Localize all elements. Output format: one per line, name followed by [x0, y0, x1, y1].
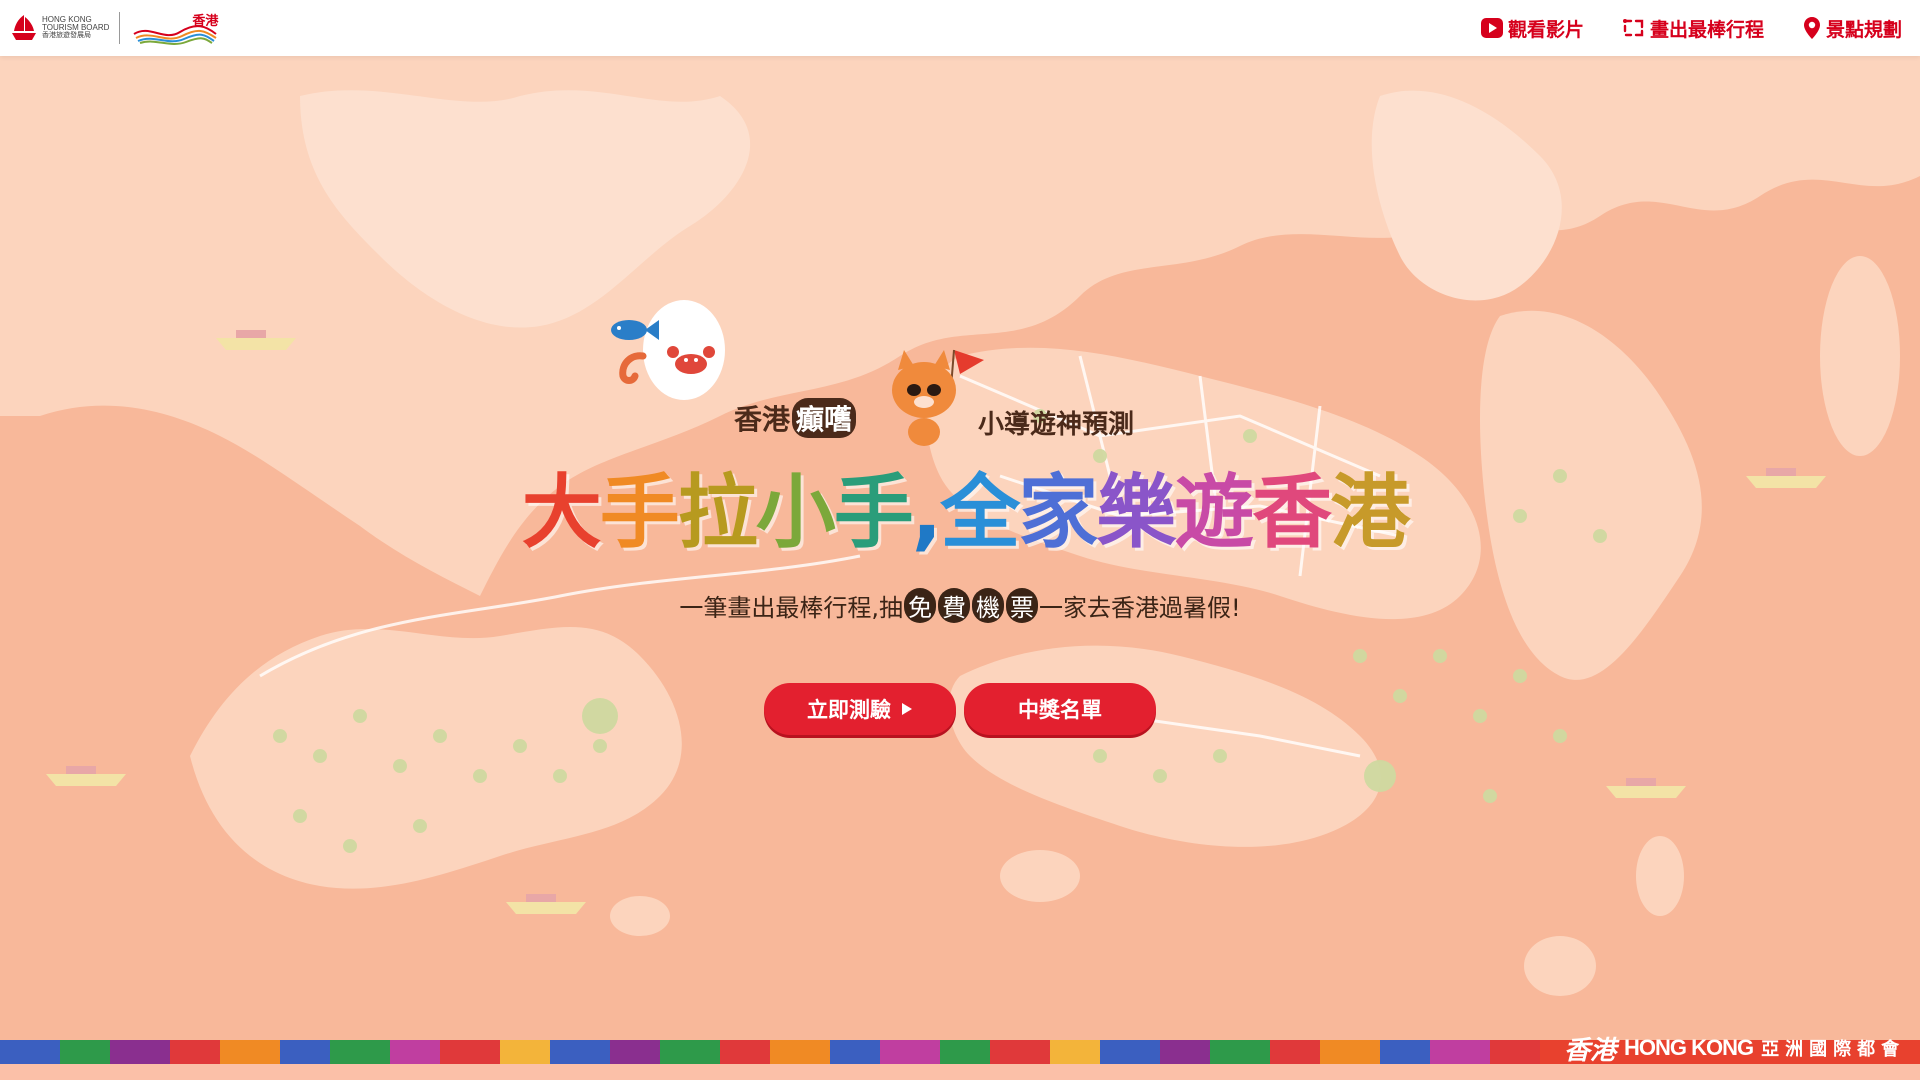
title-char: 家: [1018, 466, 1098, 559]
winners-list-button[interactable]: 中獎名單: [964, 683, 1156, 735]
play-icon: [1480, 18, 1503, 38]
play-triangle-icon: [902, 703, 912, 715]
map-island-2: [1000, 850, 1080, 902]
nav-watch-video-label: 觀看影片: [1507, 18, 1584, 41]
shrimp-icon: [619, 352, 647, 384]
seafood-illustration: [611, 300, 725, 400]
top-nav: 觀看影片 畫出最棒行程 景點規劃: [1480, 0, 1902, 56]
map-island-1: [610, 896, 670, 936]
title-char: 手: [599, 466, 680, 559]
nav-attraction-planning[interactable]: 景點規劃: [1802, 15, 1902, 42]
map-pin-icon: [1803, 17, 1820, 39]
crab-icon: [667, 346, 715, 374]
nav-draw-route-label: 畫出最棒行程: [1649, 18, 1764, 41]
tagline: 一筆畫出最棒行程,抽免費機票一家去香港過暑假!: [600, 588, 1320, 623]
start-quiz-label: 立即測驗: [807, 698, 891, 722]
title-char: 大: [521, 466, 602, 559]
tagline-highlight-2: 費: [938, 588, 970, 623]
logo-divider: [119, 12, 121, 44]
top-header: HONG KONG TOURISM BOARD 香港旅遊發展局 香港 觀看影片: [0, 0, 1920, 56]
title-char: 全: [940, 466, 1020, 559]
nav-draw-route[interactable]: 畫出最棒行程: [1622, 15, 1764, 42]
title-char: 手: [833, 466, 914, 559]
nav-watch-video[interactable]: 觀看影片: [1480, 15, 1584, 42]
start-quiz-button[interactable]: 立即測驗: [764, 683, 956, 735]
winners-list-label: 中獎名單: [1018, 698, 1102, 722]
logo-en-line2: TOURISM BOARD: [42, 23, 110, 32]
map-island-4: [1636, 836, 1684, 916]
subtitle-left: 香港 癲嚿: [734, 398, 857, 438]
title-char: ,: [911, 466, 942, 559]
map-island-5: [1820, 256, 1900, 456]
brand-script: 香港: [1564, 1035, 1617, 1066]
brand-tagline-zh: 亞洲國際都會: [1761, 1039, 1906, 1060]
main-title: 大手拉小手,全家樂遊香港: [495, 448, 1435, 559]
route-icon: [1622, 19, 1644, 37]
title-char: 小: [755, 466, 836, 559]
title-char: 樂: [1096, 466, 1176, 559]
hktb-logo[interactable]: HONG KONG TOURISM BOARD 香港旅遊發展局 香港: [10, 10, 220, 46]
subtitle-left-highlight: 癲嚿: [792, 398, 857, 438]
title-char: 香: [1252, 466, 1332, 559]
tagline-highlight-3: 機: [972, 588, 1004, 623]
junk-boat-logo-icon: [12, 15, 36, 40]
subtitle-right: 小導遊神預測: [978, 410, 1135, 440]
map-island-3: [1524, 936, 1596, 996]
title-char: 拉: [677, 466, 758, 559]
bottom-pad: [0, 1064, 1920, 1080]
tagline-highlight-4: 票: [1006, 588, 1038, 623]
tagline-before: 一筆畫出最棒行程,抽: [679, 594, 903, 622]
subtitle-left-prefix: 香港: [734, 403, 791, 436]
brand-hong-kong-logo: 香港: [130, 10, 220, 46]
fish-icon: [611, 320, 659, 340]
campaign-subtitle: 香港 癲嚿 小導遊神預測: [734, 398, 1194, 444]
logo-text: HONG KONG TOURISM BOARD 香港旅遊發展局: [42, 16, 109, 40]
brand-en: HONG KONG: [1624, 1035, 1754, 1060]
title-char: 遊: [1174, 466, 1254, 559]
hong-kong-map-illustration: [0, 56, 1920, 1080]
tagline-highlight-1: 免: [904, 588, 936, 623]
title-char: 港: [1330, 466, 1410, 559]
hong-kong-asia-world-city-brand: 香港 HONG KONG 亞洲國際都會: [1564, 1028, 1905, 1068]
logo-zh: 香港旅遊發展局: [42, 32, 91, 39]
nav-attraction-planning-label: 景點規劃: [1825, 18, 1902, 41]
brand-wave-icon: [133, 25, 218, 45]
tagline-after: 一家去香港過暑假!: [1039, 594, 1241, 622]
